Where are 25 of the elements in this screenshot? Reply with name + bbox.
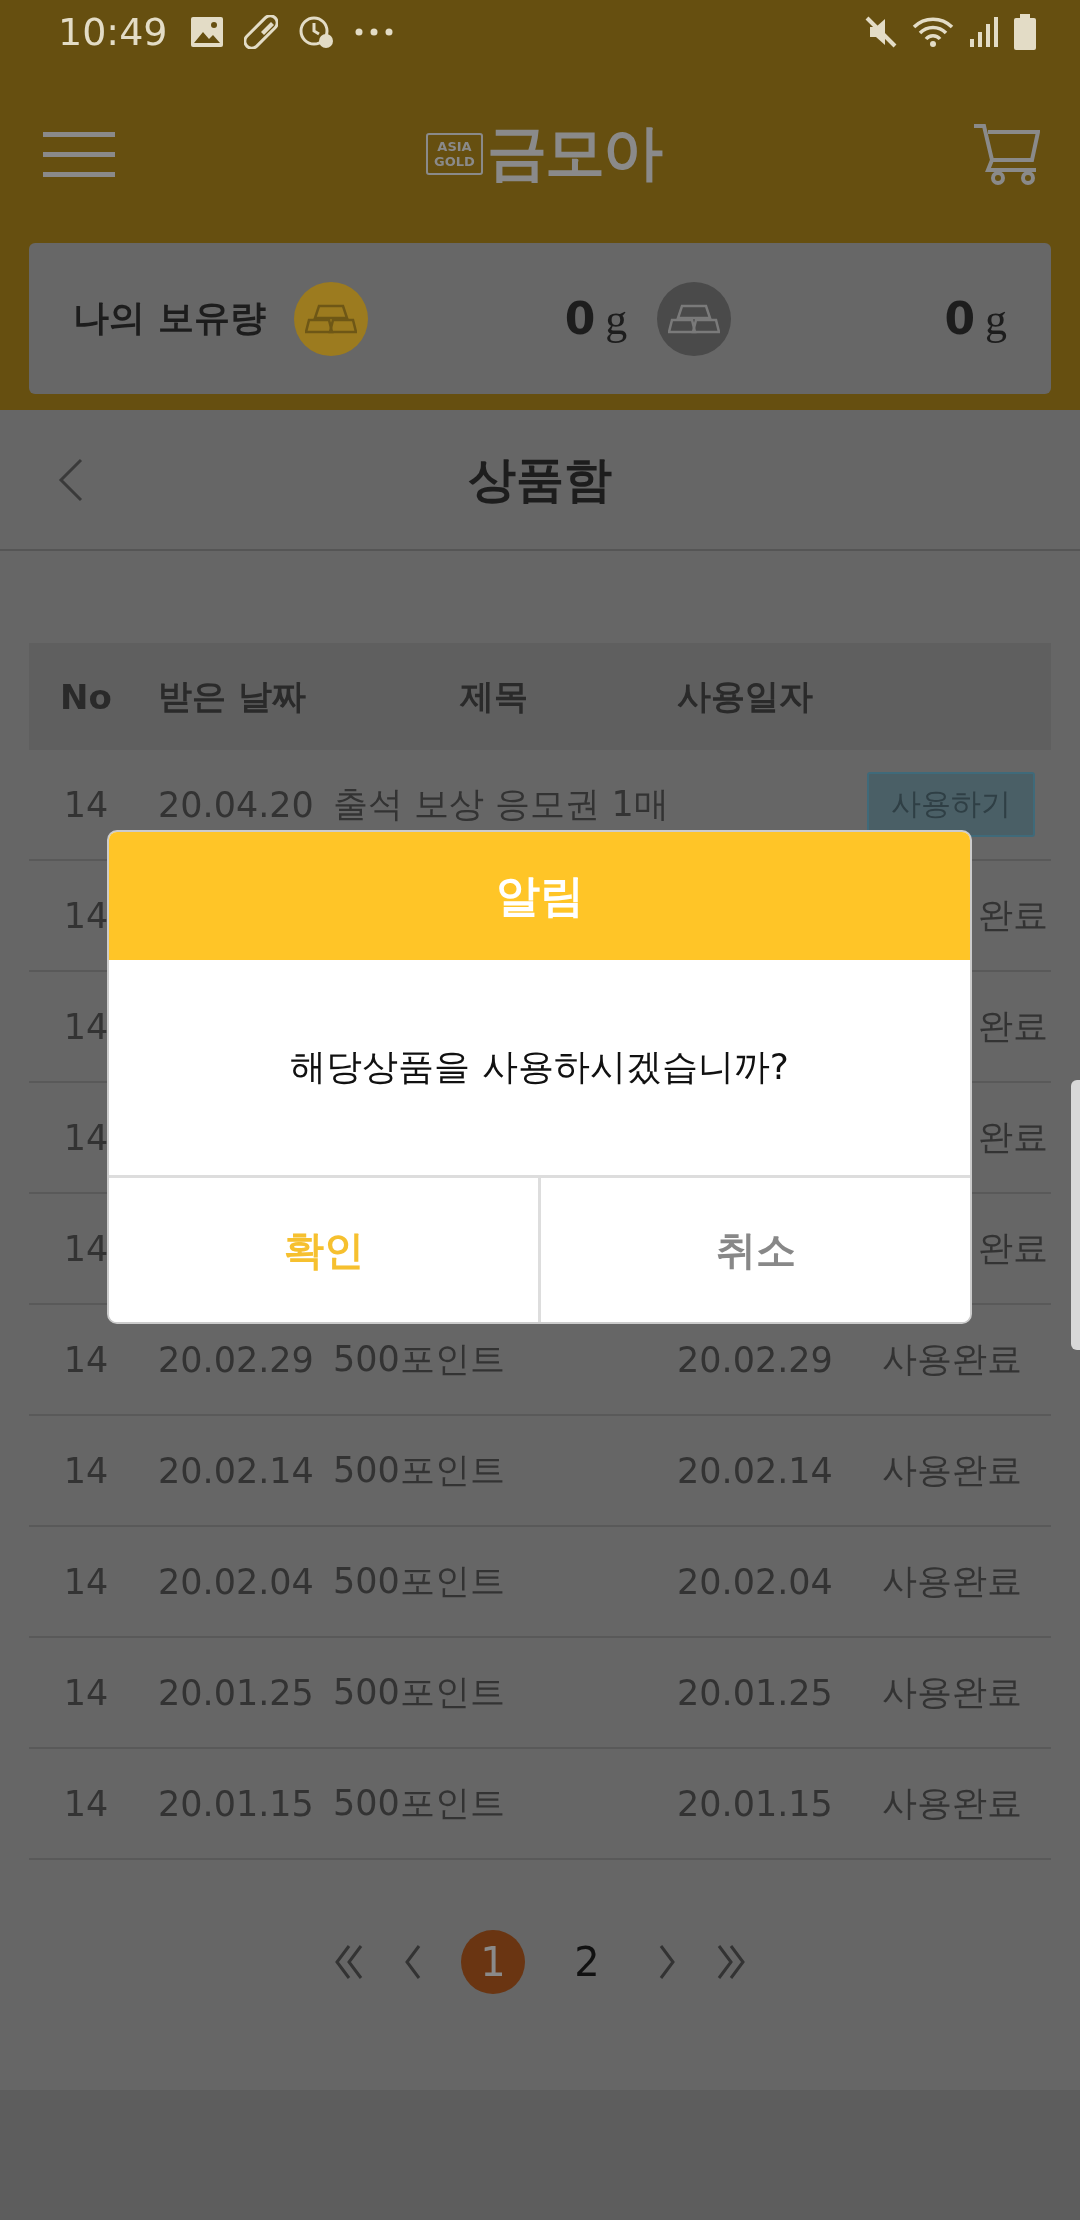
wifi-icon (912, 15, 954, 49)
mute-icon (864, 15, 898, 49)
holdings-amount: 0 (944, 292, 975, 344)
page-number[interactable]: 1 (461, 1930, 525, 1994)
image-icon (189, 16, 224, 48)
unit-label: g (605, 293, 628, 345)
unit-label: g (985, 293, 1007, 345)
page-number[interactable]: 2 (555, 1930, 619, 1994)
battery-icon (1014, 14, 1036, 50)
more-icon (353, 27, 394, 37)
holdings-label: 나의 보유량 (73, 296, 266, 340)
dialog-message: 해당상품을 사용하시겠습니까? (290, 1045, 789, 1089)
back-icon[interactable] (58, 458, 84, 502)
logo-badge: ASIA GOLD (426, 132, 483, 175)
logo-text: 금모아 (486, 116, 661, 189)
pill-icon (243, 15, 278, 49)
status-time: 10:49 (58, 10, 168, 54)
holdings-amount: 0 (564, 292, 596, 344)
clock-icon (297, 15, 334, 49)
page-title: 상품함 (468, 449, 612, 509)
signal-icon (968, 15, 1000, 49)
cancel-button[interactable]: 취소 (538, 1178, 970, 1322)
dialog-title: 알림 (495, 868, 584, 923)
menu-icon[interactable] (43, 129, 115, 178)
cart-icon[interactable] (972, 121, 1040, 186)
